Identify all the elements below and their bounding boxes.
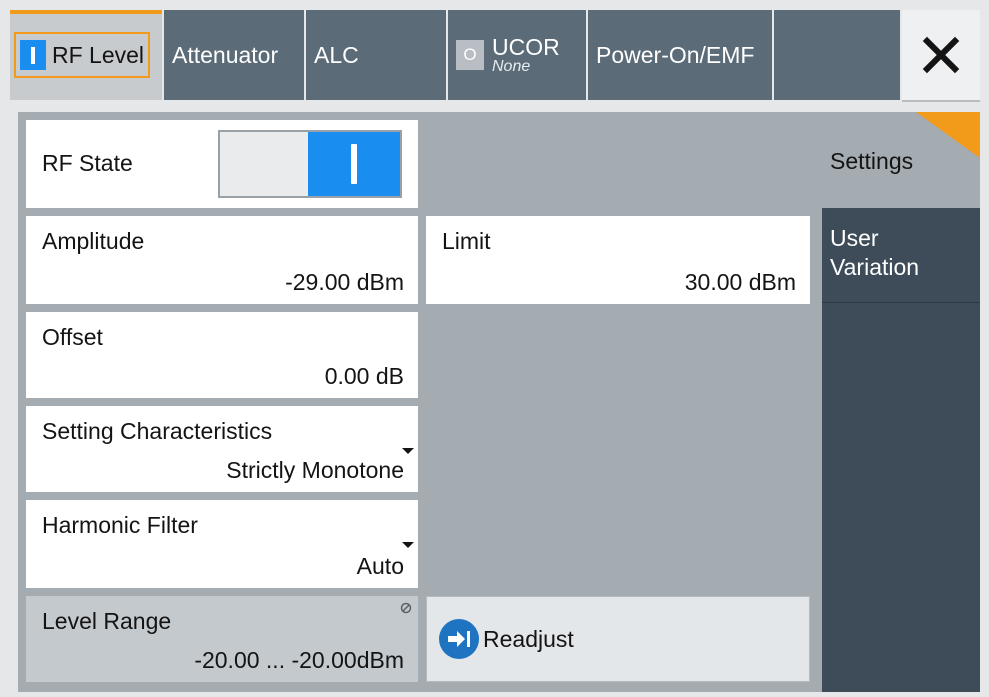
- limit-label: Limit: [442, 228, 491, 254]
- settings-panel: RF State Amplitude -29.00 dBm Limit 30.0…: [18, 112, 980, 692]
- rf-state-toggle-on: [308, 132, 400, 196]
- rf-state-toggle[interactable]: [218, 130, 402, 198]
- limit-field[interactable]: Limit 30.00 dBm: [426, 216, 810, 304]
- amplitude-label: Amplitude: [42, 228, 145, 254]
- rf-state-field: RF State: [26, 120, 418, 208]
- setting-characteristics-value: Strictly Monotone: [226, 457, 404, 483]
- limit-value: 30.00 dBm: [684, 269, 796, 295]
- sidenav-item-user-variation[interactable]: User Variation: [822, 208, 980, 302]
- tab-rf-level[interactable]: RF Level: [10, 10, 162, 100]
- harmonic-filter-dropdown[interactable]: Harmonic Filter Auto: [26, 500, 418, 588]
- offset-value: 0.00 dB: [324, 363, 404, 389]
- harmonic-filter-label: Harmonic Filter: [42, 512, 198, 538]
- link-icon: [400, 602, 412, 614]
- tab-power-on-emf[interactable]: Power-On/EMF: [588, 10, 772, 100]
- amplitude-value: -29.00 dBm: [285, 269, 404, 295]
- arrow-right-icon: [439, 619, 479, 659]
- harmonic-filter-value: Auto: [356, 553, 404, 579]
- tab-ucor[interactable]: O UCOR None: [448, 10, 586, 100]
- tab-bar-filler: [774, 10, 900, 100]
- sidenav-user-variation-line2: Variation: [830, 253, 920, 280]
- tab-attenuator[interactable]: Attenuator: [164, 10, 304, 100]
- sidenav-empty-area: [822, 302, 980, 692]
- offset-field[interactable]: Offset 0.00 dB: [26, 312, 418, 398]
- chevron-down-icon: [402, 448, 414, 454]
- sidenav-settings-label: Settings: [830, 148, 914, 174]
- tab-power-on-emf-label: Power-On/EMF: [596, 41, 755, 68]
- rf-on-indicator-icon: [20, 40, 46, 70]
- sidenav-user-variation-label: User Variation: [830, 224, 919, 282]
- tab-alc[interactable]: ALC: [306, 10, 446, 100]
- selected-corner-marker: [916, 112, 980, 158]
- readjust-label: Readjust: [483, 625, 574, 652]
- tab-attenuator-label: Attenuator: [172, 41, 279, 68]
- level-range-label: Level Range: [42, 608, 172, 634]
- tab-bar: RF Level Attenuator ALC O UCOR None Powe…: [10, 10, 980, 102]
- tab-ucor-label: UCOR: [492, 33, 560, 60]
- setting-characteristics-dropdown[interactable]: Setting Characteristics Strictly Monoton…: [26, 406, 418, 492]
- level-range-value: -20.00 ... -20.00dBm: [194, 647, 404, 673]
- close-button[interactable]: [902, 10, 980, 102]
- level-range-field: Level Range -20.00 ... -20.00dBm: [26, 596, 418, 682]
- amplitude-field[interactable]: Amplitude -29.00 dBm: [26, 216, 418, 304]
- tab-ucor-sublabel: None: [492, 57, 531, 75]
- sidenav-user-variation-line1: User: [830, 225, 879, 251]
- offset-label: Offset: [42, 324, 103, 350]
- tab-alc-label: ALC: [314, 41, 359, 68]
- setting-characteristics-label: Setting Characteristics: [42, 418, 273, 444]
- rf-state-label: RF State: [42, 150, 133, 176]
- tab-rf-level-focus: RF Level: [14, 32, 151, 78]
- sidenav-item-settings[interactable]: Settings: [822, 112, 980, 208]
- side-navigation: Settings User Variation: [822, 112, 980, 692]
- readjust-button[interactable]: Readjust: [426, 596, 810, 682]
- close-icon: [922, 36, 960, 74]
- chevron-down-icon: [402, 542, 414, 548]
- ucor-off-indicator-icon: O: [456, 40, 484, 70]
- rf-state-toggle-off: [220, 132, 308, 196]
- tab-rf-level-label: RF Level: [52, 41, 145, 68]
